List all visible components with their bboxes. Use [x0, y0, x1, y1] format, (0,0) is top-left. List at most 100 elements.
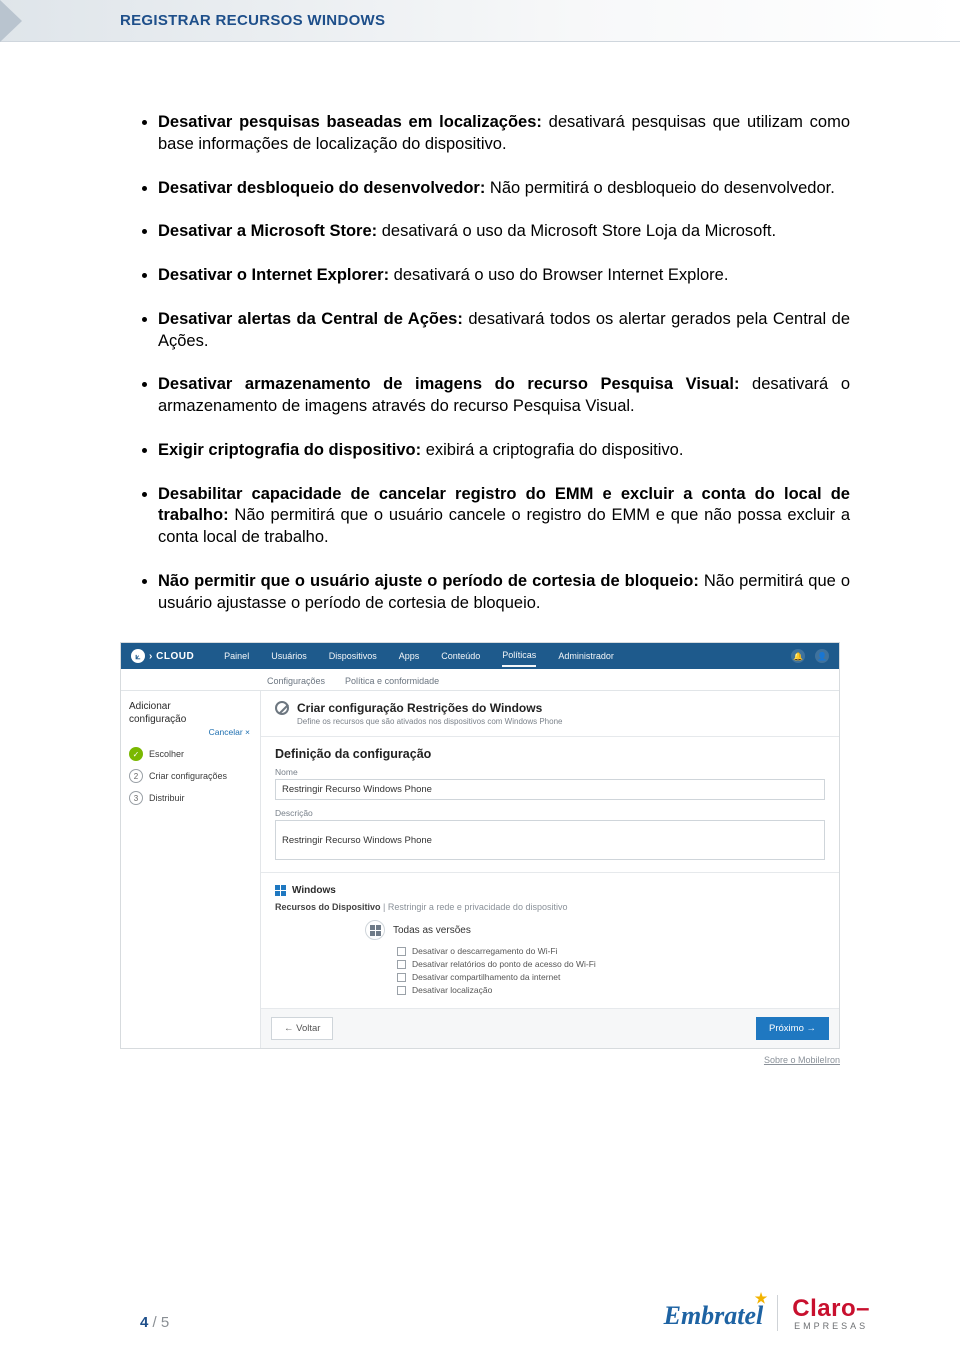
- bullet-text: desativará o uso da Microsoft Store Loja…: [377, 222, 776, 240]
- about-link[interactable]: Sobre o MobileIron: [140, 1049, 850, 1065]
- step-number: 2: [129, 769, 143, 783]
- footer-logos: Embratel★ Claro– EMPRESAS: [664, 1295, 870, 1331]
- star-icon: ★: [755, 1291, 768, 1308]
- header-title: REGISTRAR RECURSOS WINDOWS: [120, 12, 385, 29]
- topnav: ⟀ › CLOUD Painel Usuários Dispositivos Apps…: [121, 643, 839, 669]
- logo-separator: [777, 1295, 778, 1331]
- checkbox-row[interactable]: Desativar o descarregamento do Wi-Fi: [397, 946, 825, 956]
- page-footer: 4 / 5 Embratel★ Claro– EMPRESAS: [0, 1269, 960, 1359]
- bullet-bold: Desativar o Internet Explorer:: [158, 266, 389, 284]
- bullet-text: exibirá a criptografia do dispositivo.: [421, 441, 683, 459]
- header-chevron-icon: [0, 0, 22, 42]
- bullet-item: Desativar desbloqueio do desenvolvedor: …: [158, 178, 850, 200]
- document-header: REGISTRAR RECURSOS WINDOWS: [0, 0, 960, 42]
- avatar-icon[interactable]: 👤: [815, 649, 829, 663]
- app-screenshot: ⟀ › CLOUD Painel Usuários Dispositivos Apps…: [120, 642, 840, 1049]
- options-box: Todas as versões Desativar o descarregam…: [365, 920, 825, 995]
- bullet-item: Desativar o Internet Explorer: desativar…: [158, 265, 850, 287]
- panel-subtitle: Define os recursos que são ativados nos …: [297, 717, 825, 726]
- checkbox-label: Desativar relatórios do ponto de acesso …: [412, 959, 596, 969]
- step-number: 3: [129, 791, 143, 805]
- embratel-logo: Embratel★: [664, 1295, 764, 1331]
- page-total: 5: [161, 1314, 169, 1331]
- bullet-text: Não permitirá que o usuário cancele o re…: [158, 506, 850, 546]
- bullet-bold: Não permitir que o usuário ajuste o perí…: [158, 572, 699, 590]
- app-logo-icon: ⟀: [131, 649, 145, 663]
- topnav-item[interactable]: Dispositivos: [329, 651, 377, 661]
- bullet-item: Desativar pesquisas baseadas em localiza…: [158, 112, 850, 156]
- bullet-item: Não permitir que o usuário ajuste o perí…: [158, 571, 850, 615]
- bullet-item: Desativar alertas da Central de Ações: d…: [158, 309, 850, 353]
- sidebar: Adicionar configuração Cancelar × ✓ Escol…: [121, 691, 261, 1048]
- forbid-icon: [275, 701, 289, 715]
- sidebar-subtitle: configuração: [129, 714, 252, 725]
- group-bold: Recursos do Dispositivo: [275, 902, 381, 912]
- wizard-step[interactable]: 2 Criar configurações: [129, 769, 252, 783]
- cancel-link[interactable]: Cancelar ×: [129, 727, 250, 737]
- windows-label: Windows: [292, 885, 336, 896]
- wizard-step[interactable]: ✓ Escolher: [129, 747, 252, 761]
- checkbox-label: Desativar o descarregamento do Wi-Fi: [412, 946, 558, 956]
- name-label: Nome: [275, 767, 825, 777]
- checkbox-row[interactable]: Desativar compartilhamento da internet: [397, 972, 825, 982]
- checkbox-label: Desativar localização: [412, 985, 492, 995]
- subnav: Configurações Política e conformidade: [121, 669, 839, 691]
- panel-header: Criar configuração Restrições do Windows…: [261, 691, 839, 737]
- back-button[interactable]: ← Voltar: [271, 1017, 333, 1040]
- bullet-bold: Desativar a Microsoft Store:: [158, 222, 377, 240]
- subnav-item[interactable]: Política e conformidade: [345, 676, 439, 690]
- bullet-text: Não permitirá o desbloqueio do desenvolv…: [485, 179, 834, 197]
- checkbox-icon[interactable]: [397, 986, 406, 995]
- windows-icon: [275, 885, 286, 896]
- topnav-item[interactable]: Conteúdo: [441, 651, 480, 661]
- checkbox-row[interactable]: Desativar localização: [397, 985, 825, 995]
- check-icon: ✓: [129, 747, 143, 761]
- bullet-text: desativará o uso do Browser Internet Exp…: [389, 266, 728, 284]
- bullet-bold: Desativar alertas da Central de Ações:: [158, 310, 463, 328]
- next-button[interactable]: Próximo →: [756, 1017, 829, 1040]
- checkbox-label: Desativar compartilhamento da internet: [412, 972, 560, 982]
- name-input[interactable]: [275, 779, 825, 800]
- bell-icon[interactable]: 🔔: [791, 649, 805, 663]
- options-title: Todas as versões: [393, 925, 471, 936]
- group-muted: | Restringir a rede e privacidade do dis…: [381, 902, 568, 912]
- topnav-item[interactable]: Usuários: [271, 651, 307, 661]
- topnav-item[interactable]: Administrador: [558, 651, 614, 661]
- main-panel: Criar configuração Restrições do Windows…: [261, 691, 839, 1048]
- step-label: Criar configurações: [149, 771, 227, 781]
- desc-input[interactable]: [275, 820, 825, 860]
- bullet-item: Desativar armazenamento de imagens do re…: [158, 374, 850, 418]
- bullet-list: Desativar pesquisas baseadas em localiza…: [140, 112, 850, 614]
- section-title: Definição da configuração: [275, 747, 825, 761]
- version-pill-icon: [365, 920, 385, 940]
- subnav-item[interactable]: Configurações: [267, 676, 325, 690]
- bullet-bold: Desativar pesquisas baseadas em localiza…: [158, 113, 542, 131]
- bullet-bold: Desativar desbloqueio do desenvolvedor:: [158, 179, 485, 197]
- bullet-item: Exigir criptografia do dispositivo: exib…: [158, 440, 850, 462]
- topnav-item[interactable]: Apps: [399, 651, 420, 661]
- checkbox-icon[interactable]: [397, 947, 406, 956]
- topnav-item[interactable]: Painel: [224, 651, 249, 661]
- page-body: Desativar pesquisas baseadas em localiza…: [0, 42, 960, 1065]
- wizard-step[interactable]: 3 Distribuir: [129, 791, 252, 805]
- sidebar-title: Adicionar: [129, 701, 252, 712]
- desc-label: Descrição: [275, 808, 825, 818]
- topnav-item[interactable]: Políticas: [502, 650, 536, 667]
- bullet-bold: Exigir criptografia do dispositivo:: [158, 441, 421, 459]
- panel-title: Criar configuração Restrições do Windows: [297, 701, 542, 715]
- page-sep: /: [148, 1314, 161, 1331]
- windows-panel: Windows Recursos do Dispositivo | Restri…: [261, 873, 839, 1009]
- panel-footer: ← Voltar Próximo →: [261, 1009, 839, 1048]
- checkbox-icon[interactable]: [397, 973, 406, 982]
- form-panel: Definição da configuração Nome Descrição: [261, 737, 839, 873]
- page-number: 4 / 5: [140, 1314, 169, 1331]
- checkbox-row[interactable]: Desativar relatórios do ponto de acesso …: [397, 959, 825, 969]
- app-brand: › CLOUD: [149, 651, 194, 662]
- bullet-item: Desabilitar capacidade de cancelar regis…: [158, 484, 850, 549]
- bullet-item: Desativar a Microsoft Store: desativará …: [158, 221, 850, 243]
- step-label: Distribuir: [149, 793, 185, 803]
- bullet-bold: Desativar armazenamento de imagens do re…: [158, 375, 739, 393]
- checkbox-icon[interactable]: [397, 960, 406, 969]
- claro-logo: Claro– EMPRESAS: [792, 1295, 870, 1331]
- step-label: Escolher: [149, 749, 184, 759]
